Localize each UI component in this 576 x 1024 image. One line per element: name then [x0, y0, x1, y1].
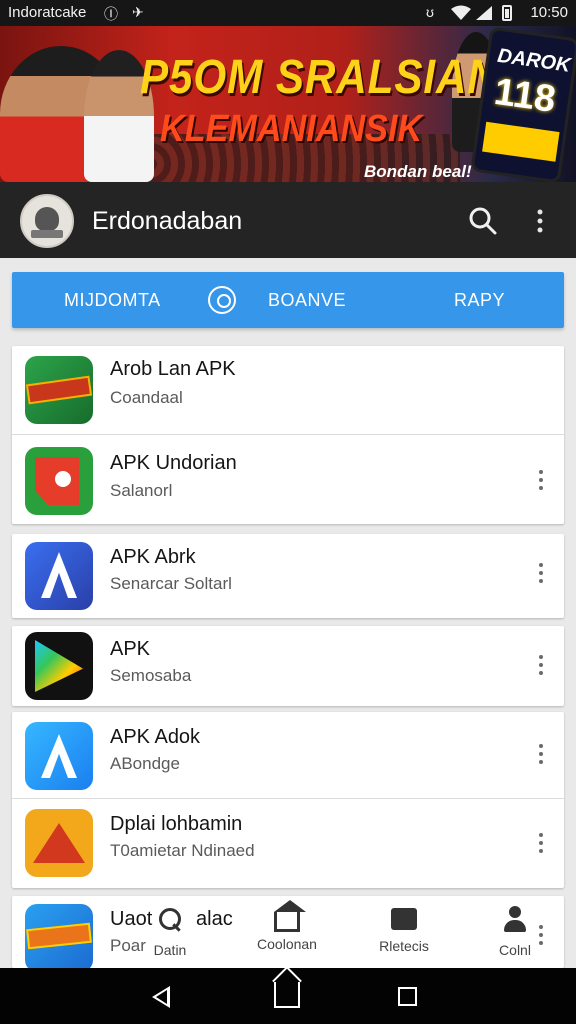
nav-label: Colnl	[499, 942, 531, 958]
app-icon-blue-a	[25, 542, 93, 610]
app-list-card: APK Adok ABondge Dplai lohbamin T0amieta…	[12, 712, 564, 888]
more-vert-icon[interactable]	[528, 826, 554, 860]
app-icon-blue-a-light	[25, 722, 93, 790]
page-title: Erdonadaban	[92, 207, 243, 235]
status-bar: Indoratcake Ⓘ ✈ ʊ 10:50	[0, 0, 576, 26]
app-list-card: APK Semosaba	[12, 626, 564, 706]
app-subtitle: Senarcar Soltarl	[110, 574, 232, 593]
tab-center-icon[interactable]	[208, 286, 236, 314]
promo-banner[interactable]: P5OM SRALSIAN KLEMANIANSIK Bondan beal! …	[0, 26, 576, 182]
sync-icon: ʊ	[426, 4, 434, 20]
more-vert-icon[interactable]	[528, 648, 554, 682]
back-icon[interactable]	[152, 986, 170, 1008]
nav-item-rletecis[interactable]: Rletecis	[359, 906, 449, 954]
app-list-card: APK Abrk Senarcar Soltarl	[12, 534, 564, 618]
more-vert-icon[interactable]	[528, 556, 554, 590]
nav-item-datin[interactable]: Datin	[125, 906, 215, 958]
battery-icon	[502, 5, 512, 21]
notification-icon: Ⓘ	[104, 6, 118, 22]
app-icon-blue-banner	[25, 904, 93, 968]
signal-icon	[476, 6, 492, 20]
phone-promo-label	[482, 121, 560, 162]
clock: 10:50	[530, 4, 568, 21]
banner-title: P5OM SRALSIAN	[140, 51, 499, 104]
app-name: APK Adok	[110, 726, 201, 748]
tab-mijdomta[interactable]: MIJDOMTA	[64, 290, 161, 311]
airplane-icon: ✈	[132, 4, 144, 20]
app-name: APK Undorian	[110, 452, 237, 474]
app-bar: Erdonadaban	[0, 182, 576, 258]
wifi-icon	[451, 5, 471, 20]
avatar[interactable]	[20, 194, 74, 248]
list-item[interactable]: APK Adok ABondge	[12, 712, 564, 798]
app-subtitle: Salanorl	[110, 481, 173, 500]
phone-promo-number: 118	[491, 70, 559, 121]
search-icon[interactable]	[466, 204, 500, 238]
carrier-label: Indoratcake	[8, 4, 87, 21]
list-item[interactable]: APK Undorian Salanorl	[12, 435, 564, 524]
app-name: APK Abrk	[110, 546, 196, 568]
nav-item-colnl[interactable]: Colnl	[470, 906, 560, 958]
app-icon-orange-triangle	[25, 809, 93, 877]
tab-bar: MIJDOMTA BOANVE RAPY	[12, 272, 564, 328]
banner-subtitle: KLEMANIANSIK	[160, 108, 423, 150]
app-icon-play-triangle	[25, 632, 93, 700]
app-name: APK	[110, 638, 151, 660]
more-vert-icon[interactable]	[528, 463, 554, 497]
app-list-card: Arob Lan APK Coandaal APK Undorian Salan…	[12, 346, 564, 524]
app-subtitle: Semosaba	[110, 666, 192, 685]
tab-boanve[interactable]: BOANVE	[268, 290, 346, 311]
nav-item-coolonan[interactable]: Coolonan	[242, 900, 332, 952]
more-vert-icon[interactable]	[530, 204, 550, 238]
banner-tagline: Bondan beal!	[364, 162, 472, 181]
app-icon-red-green	[25, 447, 93, 515]
system-nav-bar	[0, 968, 576, 1024]
app-name: Arob Lan APK	[110, 358, 236, 380]
home-icon	[274, 900, 306, 932]
recents-icon[interactable]	[398, 987, 417, 1006]
app-name: Dplai lohbamin	[110, 813, 243, 835]
list-item[interactable]: APK Abrk Senarcar Soltarl	[12, 534, 564, 618]
app-icon-green-banner	[25, 356, 93, 424]
app-subtitle: Coandaal	[110, 388, 183, 407]
app-subtitle: T0amietar Ndinaed	[110, 841, 255, 860]
app-subtitle: ABondge	[110, 754, 180, 773]
folder-icon	[391, 908, 417, 930]
search-icon	[157, 906, 183, 932]
list-item[interactable]: APK Semosaba	[12, 626, 564, 706]
nav-label: Datin	[153, 942, 187, 958]
list-item[interactable]: Arob Lan APK Coandaal	[12, 346, 564, 434]
list-item[interactable]: Dplai lohbamin T0amietar Ndinaed	[12, 799, 564, 888]
home-icon[interactable]	[274, 982, 300, 1008]
tab-rapy[interactable]: RAPY	[454, 290, 505, 311]
nav-label: Rletecis	[379, 938, 429, 954]
nav-label: Coolonan	[257, 936, 317, 952]
person-icon	[502, 906, 528, 932]
more-vert-icon[interactable]	[528, 737, 554, 771]
